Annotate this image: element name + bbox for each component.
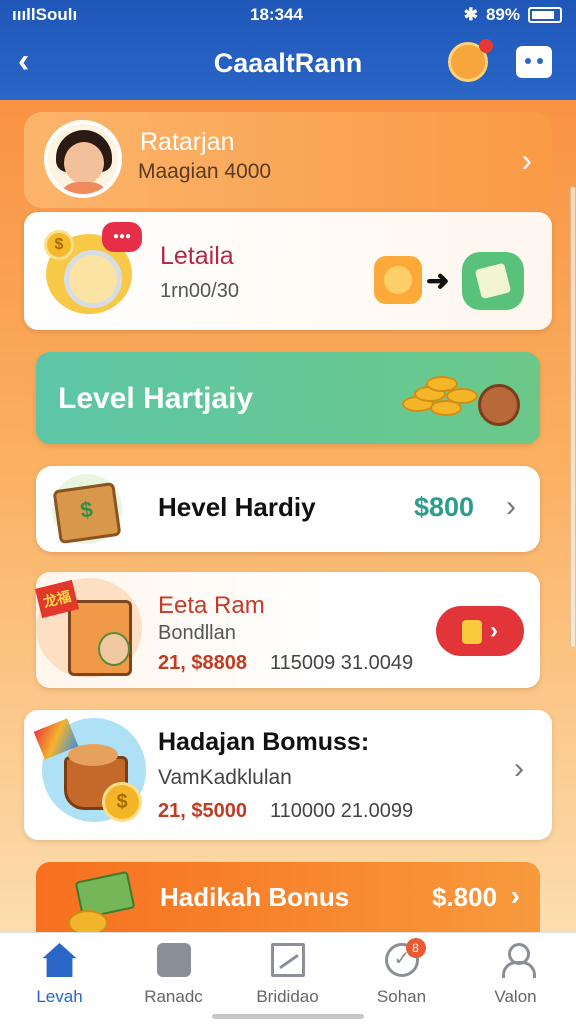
task-title: Letaila [160,242,234,270]
bonus-numbers: 110000 21.0099 [270,800,414,822]
battery-percent: 89% [485,5,520,24]
reward-title: Hevel Hardiy [158,492,316,522]
tab-home[interactable]: Levah [2,943,117,1007]
speech-bubble-icon: ●●● [102,222,142,252]
bonus-price: 21, $5000 [158,800,247,822]
status-right: ✱ 89% [464,5,562,25]
tab-messages[interactable]: Ranadc [116,943,231,1007]
tab-tasks[interactable]: 8 Sohan [344,938,459,1007]
reward-mascot-icon [374,256,422,304]
page-title: CaaaltRann [213,48,363,78]
offer-card[interactable]: 龙福 Eeta Ram Bondllan 21, $8808 115009 31… [34,572,540,688]
profile-subtitle: Maagian 4000 [138,160,272,183]
tab-label: Brididao [256,987,319,1006]
tab-label: Ranadc [144,987,203,1006]
top-bar: ıııllSoulı 18:344 ✱ 89% ‹ CaaaltRann [0,0,576,100]
assistant-bot-icon[interactable] [516,46,552,78]
reward-amount: $800 [414,492,475,522]
home-icon [42,943,77,977]
bonus-banner[interactable]: Hadikah Bonus $.800 › [36,862,540,936]
mascot-notification-icon[interactable] [448,39,493,82]
offer-action-button[interactable]: › [436,606,524,656]
level-banner[interactable]: Level Hartjaiy [36,352,540,444]
profile-card[interactable]: Ratarjan Maagian 4000 › [24,112,552,208]
tab-bar: Levah Ranadc Brididao 8 Sohan Valon [0,932,576,1024]
tab-label: Sohan [376,987,427,1006]
task-progress: 1rn00/30 [160,280,239,302]
scrollbar[interactable] [570,186,576,648]
home-indicator[interactable] [212,1014,364,1019]
avatar [44,120,122,198]
offer-numbers: 115009 31.0049 [270,652,414,674]
chevron-right-icon: › [506,490,516,523]
arrow-right-icon: ➜ [426,265,450,296]
chart-icon [270,943,305,977]
banner-label: Level Hartjaiy [58,382,254,415]
bonus-banner-amount: $.800 [432,882,498,912]
coin-stack-icon [402,366,522,434]
gift-icon [462,619,482,644]
profile-name: Ratarjan [140,128,235,156]
bonus-subtitle: VamKadklulan [158,766,292,789]
tab-label: Valon [494,987,537,1006]
reward-row[interactable]: Hevel Hardiy $800 › [36,466,540,552]
clock: 18:344 [250,5,303,24]
battery-icon [528,7,562,23]
bluetooth-icon: ✱ [463,5,478,24]
person-icon [499,943,536,978]
offer-subtitle: Bondllan [158,622,236,644]
bonus-card[interactable]: $ Hadajan Bomuss: VamKadklulan 21, $5000… [24,710,552,840]
gift-box-icon [462,252,524,310]
offer-price: 21, $8808 [158,652,247,674]
tab-profile[interactable]: Valon [458,943,573,1007]
chevron-right-icon: › [521,142,532,178]
chevron-right-icon: › [514,752,524,785]
status-bar: ıııllSoulı 18:344 ✱ 89% [0,0,576,30]
cash-coins-icon [58,876,138,936]
cash-envelope-icon [52,474,122,544]
check-icon: 8 [384,938,426,977]
bonus-banner-title: Hadikah Bonus [160,882,350,912]
coin-icon: $ [44,230,74,260]
chat-icon [156,943,191,977]
chevron-right-icon: › [510,880,520,911]
coin-icon: $ [102,782,142,822]
tab-label: Levah [36,987,83,1006]
carrier-label: ıııllSoulı [12,5,78,24]
notification-badge: 8 [405,938,426,958]
task-card[interactable]: $ ●●● Letaila 1rn00/30 ➜ [24,212,552,330]
offer-title: Eeta Ram [158,592,265,619]
tab-stats[interactable]: Brididao [230,943,345,1007]
bonus-title: Hadajan Bomuss: [158,728,370,756]
